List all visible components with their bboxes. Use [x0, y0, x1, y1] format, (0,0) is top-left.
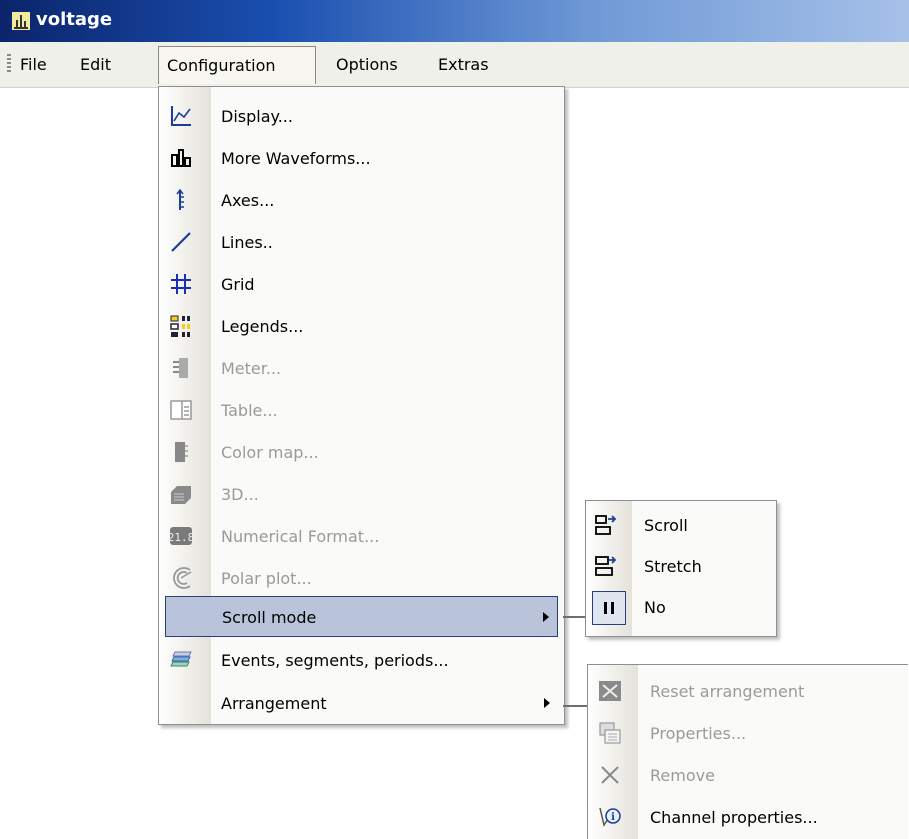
menu-item-label: More Waveforms... [221, 149, 371, 168]
channel-properties-icon: i [599, 807, 621, 827]
menu-item-properties: Properties... [588, 713, 908, 754]
polar-plot-icon [173, 567, 192, 589]
grid-icon [171, 274, 191, 294]
menu-configuration[interactable]: Configuration [158, 46, 316, 84]
menu-item-label: Scroll [644, 516, 688, 535]
stretch-icon [595, 556, 617, 576]
menu-item-label: Meter... [221, 359, 282, 378]
table-icon [170, 400, 192, 420]
menu-options[interactable]: Options [336, 52, 398, 78]
menu-item-lines[interactable]: Lines.. [159, 222, 564, 263]
menu-item-label: Display... [221, 107, 293, 126]
menubar-grip[interactable] [7, 54, 11, 74]
menu-item-label: No [644, 598, 666, 617]
menu-item-label: Grid [221, 275, 255, 294]
menu-item-grid[interactable]: Grid [159, 264, 564, 305]
display-chart-icon [171, 106, 191, 126]
lines-icon [171, 232, 191, 252]
pause-icon [604, 602, 614, 614]
configuration-menu: Display... More Waveforms... Axes... Lin… [158, 86, 565, 725]
scroll-mode-submenu: Scroll Stretch No [585, 500, 777, 637]
menu-item-no[interactable]: No [586, 589, 776, 630]
submenu-arrow-icon [543, 612, 549, 622]
menu-item-scroll[interactable]: Scroll [586, 505, 776, 546]
menu-item-label: Stretch [644, 557, 702, 576]
menu-item-label: Scroll mode [222, 608, 317, 627]
menu-item-axes[interactable]: Axes... [159, 180, 564, 221]
remove-icon [601, 766, 619, 784]
menu-bar: File Edit Configuration Options Extras [0, 42, 909, 88]
menu-item-scroll-mode[interactable]: Scroll mode [165, 596, 558, 637]
title-bar: voltage [0, 0, 909, 42]
scroll-icon [595, 515, 617, 535]
axes-icon [176, 188, 184, 210]
menu-item-reset-arrangement: Reset arrangement [588, 671, 908, 712]
menu-item-stretch[interactable]: Stretch [586, 546, 776, 587]
menu-item-events[interactable]: Events, segments, periods... [159, 640, 564, 681]
menu-item-label: Reset arrangement [650, 682, 805, 701]
menu-item-legends[interactable]: Legends... [159, 306, 564, 347]
menu-item-label: Legends... [221, 317, 304, 336]
submenu-connector [563, 616, 585, 618]
svg-text:21.8: 21.8 [169, 531, 193, 544]
menu-item-more-waveforms[interactable]: More Waveforms... [159, 138, 564, 179]
properties-icon [599, 722, 621, 744]
menu-item-label: Remove [650, 766, 715, 785]
menu-item-channel-properties[interactable]: i Channel properties... [588, 797, 908, 838]
menu-item-label: Polar plot... [221, 569, 312, 588]
svg-text:i: i [611, 812, 615, 823]
window-title: voltage [36, 9, 113, 30]
menu-edit[interactable]: Edit [80, 52, 111, 78]
menu-item-label: Events, segments, periods... [221, 651, 449, 670]
submenu-arrow-icon [544, 698, 550, 708]
menu-item-polar-plot: Polar plot... [159, 558, 564, 599]
checked-indicator [592, 591, 626, 625]
more-waveforms-icon [171, 149, 191, 167]
menu-item-label: Numerical Format... [221, 527, 380, 546]
menu-item-label: 3D... [221, 485, 259, 504]
menu-item-3d: 3D... [159, 474, 564, 515]
menu-item-table: Table... [159, 390, 564, 431]
3d-icon [171, 486, 191, 504]
legends-icon [170, 315, 190, 337]
menu-item-remove: Remove [588, 755, 908, 796]
color-map-icon [175, 442, 188, 462]
numerical-format-icon: 21.8 [169, 527, 193, 545]
app-waveform-icon [12, 12, 30, 30]
menu-item-label: Axes... [221, 191, 275, 210]
arrangement-submenu: Reset arrangement Properties... Remove i… [587, 664, 908, 839]
menu-item-label: Lines.. [221, 233, 273, 252]
menu-item-label: Color map... [221, 443, 319, 462]
menu-item-label: Channel properties... [650, 808, 818, 827]
menu-file[interactable]: File [20, 52, 47, 78]
meter-icon [173, 358, 188, 378]
submenu-connector [563, 705, 587, 707]
menu-item-display[interactable]: Display... [159, 96, 564, 137]
menu-item-color-map: Color map... [159, 432, 564, 473]
menu-item-arrangement[interactable]: Arrangement [159, 683, 564, 724]
menu-item-label: Arrangement [221, 694, 327, 713]
reset-arrangement-icon [599, 681, 621, 701]
menu-item-numerical-format: 21.8 Numerical Format... [159, 516, 564, 557]
events-icon [170, 651, 192, 667]
menu-item-meter: Meter... [159, 348, 564, 389]
menu-item-label: Table... [221, 401, 278, 420]
menu-item-label: Properties... [650, 724, 747, 743]
menu-extras[interactable]: Extras [438, 52, 489, 78]
